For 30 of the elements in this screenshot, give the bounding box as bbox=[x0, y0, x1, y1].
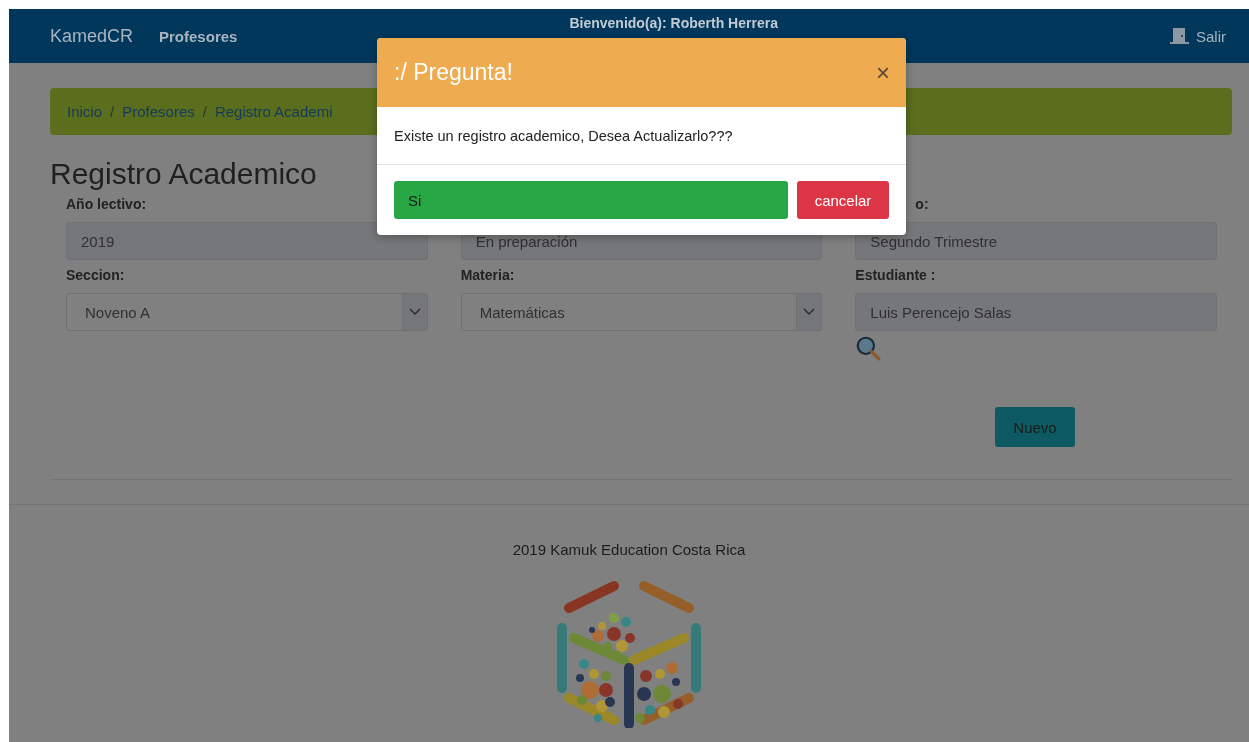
field-label: Estudiante : bbox=[855, 267, 936, 283]
logout-link[interactable]: Salir bbox=[1170, 27, 1226, 45]
caret-icon bbox=[796, 294, 822, 330]
input-field[interactable]: Segundo Trimestre bbox=[855, 222, 1217, 260]
confirm-button[interactable]: Si bbox=[394, 181, 788, 219]
breadcrumb-link[interactable]: Inicio bbox=[67, 103, 103, 120]
breadcrumb-separator: / bbox=[202, 103, 207, 120]
new-button[interactable]: Nuevo bbox=[995, 407, 1075, 447]
caret-icon bbox=[401, 294, 427, 330]
field-label: Seccion: bbox=[66, 267, 125, 283]
search-icon[interactable] bbox=[855, 335, 882, 361]
select-field[interactable]: Noveno A bbox=[66, 293, 428, 331]
page-heading: Registro Academico bbox=[50, 157, 318, 191]
close-button[interactable]: × bbox=[876, 58, 890, 87]
field-label: Materia: bbox=[460, 267, 515, 283]
breadcrumb-link[interactable]: Registro Academi bbox=[214, 103, 333, 120]
dialog-message: Existe un registro academico, Desea Actualizarlo??? bbox=[394, 127, 733, 144]
input-field[interactable]: Luis Perencejo Salas bbox=[855, 293, 1217, 331]
dialog-title: :/ Pregunta! bbox=[394, 59, 513, 86]
footer-text: 2019 Kamuk Education Costa Rica bbox=[512, 541, 746, 558]
door-icon bbox=[1170, 27, 1190, 45]
breadcrumb-link[interactable]: Profesores bbox=[122, 103, 195, 120]
nav-link[interactable]: Profesores bbox=[159, 27, 238, 45]
input-field[interactable]: 2019 bbox=[66, 222, 428, 260]
field-label: Año lectivo: bbox=[66, 196, 147, 212]
breadcrumb-separator: / bbox=[110, 103, 115, 120]
welcome-text: Bienvenido(a): Roberth Herrera bbox=[568, 15, 779, 31]
select-field[interactable]: Matemáticas bbox=[460, 293, 823, 331]
brand-link[interactable]: KamedCR bbox=[50, 25, 134, 47]
cancel-button[interactable]: cancelar bbox=[797, 181, 889, 219]
